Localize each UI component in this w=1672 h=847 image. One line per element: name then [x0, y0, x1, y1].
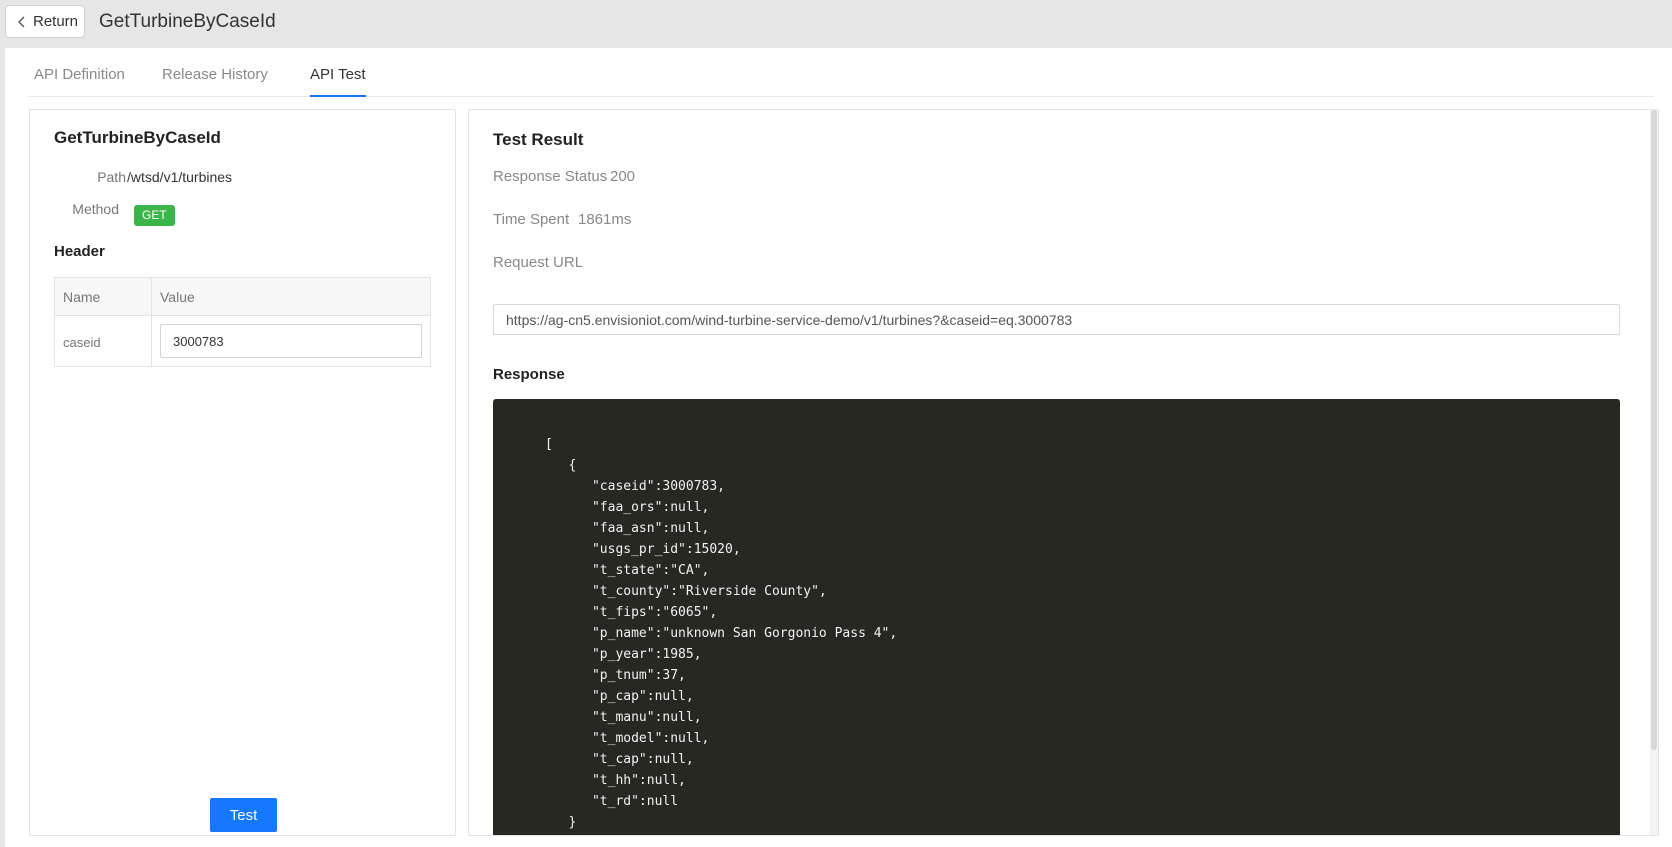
header-table-head	[55, 278, 430, 316]
main-panel: API Definition Release History API Test …	[5, 48, 1672, 847]
response-status-label: Response Status	[493, 168, 608, 185]
column-header-value: Value	[160, 289, 195, 305]
scrollbar-thumb[interactable]	[1651, 110, 1657, 750]
response-title: Response	[493, 366, 565, 383]
chevron-left-icon	[18, 16, 25, 27]
method-badge: GET	[134, 205, 175, 226]
header-param-value-input[interactable]	[160, 324, 422, 358]
request-panel: GetTurbineByCaseId Path /wtsd/v1/turbine…	[29, 109, 456, 836]
test-button[interactable]: Test	[210, 798, 277, 832]
path-label: Path	[97, 169, 126, 185]
time-spent-label: Time Spent	[493, 211, 570, 228]
time-spent-value: 1861ms	[578, 211, 632, 228]
return-label: Return	[33, 13, 79, 30]
return-button[interactable]: Return	[5, 5, 85, 38]
result-panel: Test Result Response Status 200 Time Spe…	[468, 109, 1659, 836]
request-url-field[interactable]	[493, 304, 1620, 335]
top-bar: Return GetTurbineByCaseId	[0, 0, 1672, 48]
request-url-label: Request URL	[493, 254, 584, 271]
tab-api-test[interactable]: API Test	[310, 66, 366, 97]
response-body: [ { "caseid":3000783, "faa_ors":null, "f…	[545, 437, 898, 830]
column-header-name: Name	[63, 289, 101, 305]
tab-api-definition[interactable]: API Definition	[34, 66, 125, 97]
path-value: /wtsd/v1/turbines	[127, 169, 233, 185]
api-name: GetTurbineByCaseId	[54, 128, 221, 147]
header-table: Name Value caseid	[54, 277, 431, 367]
response-code-block[interactable]: [ { "caseid":3000783, "faa_ors":null, "f…	[493, 399, 1620, 835]
method-label: Method	[72, 201, 119, 217]
tab-bar: API Definition Release History API Test	[29, 48, 1654, 97]
header-section-title: Header	[54, 243, 105, 260]
header-param-name: caseid	[63, 335, 101, 350]
response-status-value: 200	[610, 168, 636, 185]
tab-release-history[interactable]: Release History	[162, 66, 268, 97]
scrollbar[interactable]	[1650, 110, 1658, 835]
result-title: Test Result	[493, 130, 584, 149]
column-divider	[151, 278, 152, 366]
page-title: GetTurbineByCaseId	[99, 11, 276, 32]
